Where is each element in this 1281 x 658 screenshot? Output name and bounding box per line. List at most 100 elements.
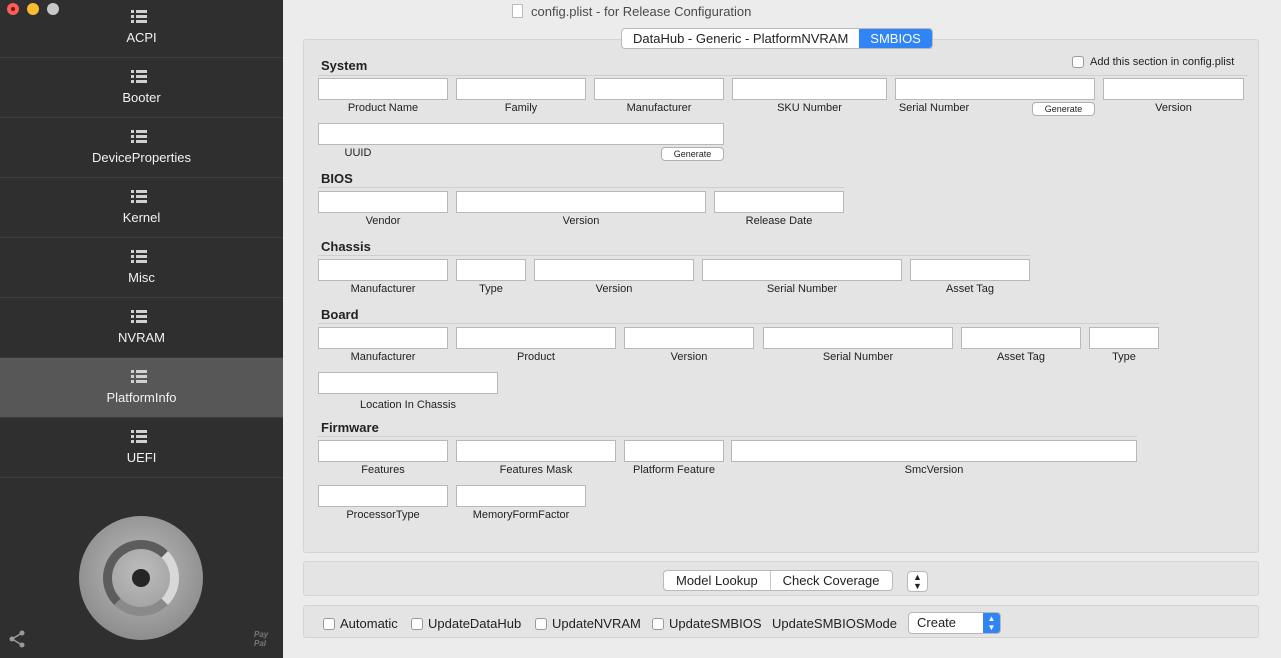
- section-title-firmware: Firmware: [321, 420, 379, 435]
- sidebar-item-kernel[interactable]: Kernel: [0, 178, 283, 238]
- system-version-input[interactable]: [1103, 78, 1244, 100]
- chassis-type-input[interactable]: [456, 259, 526, 281]
- add-section-checkbox[interactable]: [1072, 56, 1084, 68]
- update-datahub-checkbox[interactable]: [411, 617, 423, 630]
- board-asset-tag-input[interactable]: [961, 327, 1081, 349]
- system-uuid-input[interactable]: [318, 123, 724, 145]
- firmware-platform-feature-input[interactable]: [624, 440, 724, 462]
- field-label: Asset Tag: [996, 351, 1046, 363]
- generate-serial-button[interactable]: Generate: [1032, 102, 1095, 116]
- field-label: Features: [361, 464, 405, 476]
- sidebar-item-platforminfo[interactable]: PlatformInfo: [0, 358, 283, 418]
- field-label: Serial Number: [766, 283, 838, 295]
- firmware-smcversion-input[interactable]: [731, 440, 1137, 462]
- sidebar-item-label: Misc: [128, 270, 155, 285]
- field-label: Features Mask: [499, 464, 573, 476]
- automatic-option[interactable]: Automatic: [323, 616, 398, 631]
- section-title-system: System: [321, 58, 368, 73]
- window-title: config.plist - for Release Configuration: [512, 2, 751, 20]
- divider: [318, 436, 1137, 437]
- chassis-serial-number-input[interactable]: [702, 259, 902, 281]
- model-lookup-button[interactable]: Model Lookup: [664, 571, 770, 590]
- bios-release-date-input[interactable]: [714, 191, 844, 213]
- field-label: Asset Tag: [945, 283, 995, 295]
- system-family-input[interactable]: [456, 78, 586, 100]
- updown-chevron-icon: ▲ ▼: [983, 613, 1000, 633]
- field-label: Product Name: [347, 102, 419, 114]
- option-label: UpdateNVRAM: [552, 616, 641, 631]
- sidebar-item-label: ACPI: [126, 30, 157, 45]
- update-smbios-option[interactable]: UpdateSMBIOS: [652, 616, 762, 631]
- system-sku-number-input[interactable]: [732, 78, 887, 100]
- field-label: Platform Feature: [633, 464, 715, 476]
- update-datahub-option[interactable]: UpdateDataHub: [411, 616, 521, 631]
- chassis-version-input[interactable]: [534, 259, 694, 281]
- sidebar-item-nvram[interactable]: NVRAM: [0, 298, 283, 358]
- divider: [318, 323, 1159, 324]
- field-label: ProcessorType: [346, 509, 420, 521]
- board-product-input[interactable]: [456, 327, 616, 349]
- field-label: Version: [1155, 102, 1192, 114]
- firmware-features-input[interactable]: [318, 440, 448, 462]
- divider: [318, 75, 1248, 76]
- generate-uuid-button[interactable]: Generate: [661, 147, 724, 161]
- board-serial-number-input[interactable]: [763, 327, 953, 349]
- paypal-logo[interactable]: Pay Pal: [254, 630, 268, 648]
- sidebar-item-uefi[interactable]: UEFI: [0, 418, 283, 478]
- sidebar-item-deviceproperties[interactable]: DeviceProperties: [0, 118, 283, 178]
- chassis-asset-tag-input[interactable]: [910, 259, 1030, 281]
- field-label: Serial Number: [898, 102, 970, 114]
- bios-version-input[interactable]: [456, 191, 706, 213]
- field-label: Serial Number: [822, 351, 894, 363]
- field-label: SKU Number: [777, 102, 842, 114]
- add-section-option[interactable]: Add this section in config.plist: [1072, 56, 1234, 68]
- app-logo-dial: [79, 516, 203, 640]
- update-smbios-mode-select[interactable]: Create ▲ ▼: [908, 612, 1001, 634]
- firmware-processortype-input[interactable]: [318, 485, 448, 507]
- smbios-panel: Add this section in config.plist System …: [303, 39, 1259, 553]
- system-serial-number-input[interactable]: [895, 78, 1095, 100]
- update-smbios-checkbox[interactable]: [652, 617, 664, 630]
- sidebar-item-label: Booter: [122, 90, 161, 105]
- sidebar-item-label: DeviceProperties: [92, 150, 191, 165]
- model-stepper[interactable]: ▲ ▼: [907, 571, 928, 592]
- board-location-in-chassis-input[interactable]: [318, 372, 498, 394]
- field-label: Family: [504, 102, 538, 114]
- sidebar-item-booter[interactable]: Booter: [0, 58, 283, 118]
- tab-datahub[interactable]: DataHub - Generic - PlatformNVRAM: [622, 29, 859, 48]
- list-icon: [131, 369, 147, 383]
- board-manufacturer-input[interactable]: [318, 327, 448, 349]
- update-smbios-mode-label: UpdateSMBIOSMode: [772, 616, 898, 631]
- sidebar-item-label: UEFI: [126, 450, 157, 465]
- update-nvram-checkbox[interactable]: [535, 617, 547, 630]
- board-type-input[interactable]: [1089, 327, 1159, 349]
- field-label: Product: [517, 351, 555, 363]
- firmware-features-mask-input[interactable]: [456, 440, 616, 462]
- automatic-checkbox[interactable]: [323, 617, 335, 630]
- check-coverage-button[interactable]: Check Coverage: [769, 571, 892, 590]
- firmware-memoryformfactor-input[interactable]: [456, 485, 586, 507]
- board-version-input[interactable]: [624, 327, 754, 349]
- sidebar-item-misc[interactable]: Misc: [0, 238, 283, 298]
- system-product-name-input[interactable]: [318, 78, 448, 100]
- option-label: Automatic: [340, 616, 398, 631]
- select-value: Create: [917, 615, 957, 630]
- tab-smbios[interactable]: SMBIOS: [859, 29, 932, 48]
- chevron-down-icon: ▼: [913, 581, 922, 591]
- tab-bar: DataHub - Generic - PlatformNVRAM SMBIOS: [621, 28, 933, 49]
- sidebar-item-label: Kernel: [122, 210, 161, 225]
- chassis-manufacturer-input[interactable]: [318, 259, 448, 281]
- sidebar-item-label: NVRAM: [118, 330, 165, 345]
- option-label: UpdateDataHub: [428, 616, 522, 631]
- field-label: Version: [595, 283, 633, 295]
- list-icon: [131, 69, 147, 83]
- share-icon[interactable]: [8, 630, 26, 648]
- update-nvram-option[interactable]: UpdateNVRAM: [535, 616, 641, 631]
- system-manufacturer-input[interactable]: [594, 78, 724, 100]
- list-icon: [131, 189, 147, 203]
- sidebar-item-acpi[interactable]: ACPI: [0, 0, 283, 58]
- field-label: Manufacturer: [626, 102, 692, 114]
- list-icon: [131, 129, 147, 143]
- divider: [318, 255, 1030, 256]
- bios-vendor-input[interactable]: [318, 191, 448, 213]
